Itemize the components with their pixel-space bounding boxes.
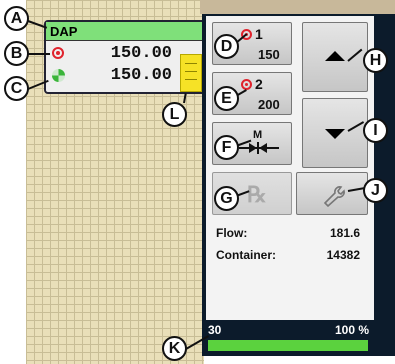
bar-right-value: 100 %	[334, 323, 369, 337]
callout-c: C	[4, 76, 29, 101]
preset-1-index: 1	[255, 26, 263, 42]
actual-rate-value: 150.00	[110, 66, 172, 85]
container-level-bar	[180, 54, 202, 92]
target-rate-icon	[52, 47, 64, 59]
status-strip	[200, 0, 395, 14]
preset-2-index: 2	[255, 76, 263, 92]
down-arrow-icon	[325, 129, 345, 139]
preset-1-rate: 150	[258, 47, 280, 62]
rate-decrease-button[interactable]	[302, 98, 368, 168]
callout-a: A	[4, 6, 29, 31]
callout-g: G	[214, 186, 239, 211]
target-rate-icon	[241, 79, 252, 90]
product-name: DAP	[50, 24, 78, 39]
product-title-bar[interactable]: DAP	[46, 22, 204, 41]
up-arrow-icon	[325, 51, 345, 61]
target-rate-row: 150.00	[46, 44, 196, 64]
rate-progress-fill	[208, 340, 368, 351]
callout-i: I	[363, 118, 388, 143]
target-rate-value: 150.00	[110, 44, 172, 63]
callout-e: E	[214, 86, 239, 111]
flow-value: 181.6	[329, 226, 360, 240]
settings-button[interactable]	[296, 172, 368, 215]
container-label: Container:	[216, 248, 276, 262]
prescription-icon: ℞	[247, 182, 267, 207]
callout-h: H	[363, 48, 388, 73]
callout-j: J	[363, 178, 388, 203]
manual-label: M	[253, 129, 263, 141]
callout-k: K	[162, 336, 187, 361]
container-value: 14382	[326, 248, 360, 262]
actual-rate-icon	[52, 69, 65, 82]
callout-b: B	[4, 41, 29, 66]
bar-left-value: 30	[208, 323, 222, 337]
callout-b-line	[28, 53, 50, 55]
flow-label: Flow:	[216, 226, 248, 240]
rate-bar: 30 100 %	[202, 320, 395, 356]
wrench-icon	[323, 186, 345, 207]
callout-f: F	[214, 135, 239, 160]
preset-2-rate: 200	[258, 97, 280, 112]
rate-increase-button[interactable]	[302, 22, 368, 92]
callout-l: L	[162, 102, 187, 127]
callout-d: D	[214, 34, 239, 59]
actual-rate-row: 150.00	[46, 66, 196, 86]
